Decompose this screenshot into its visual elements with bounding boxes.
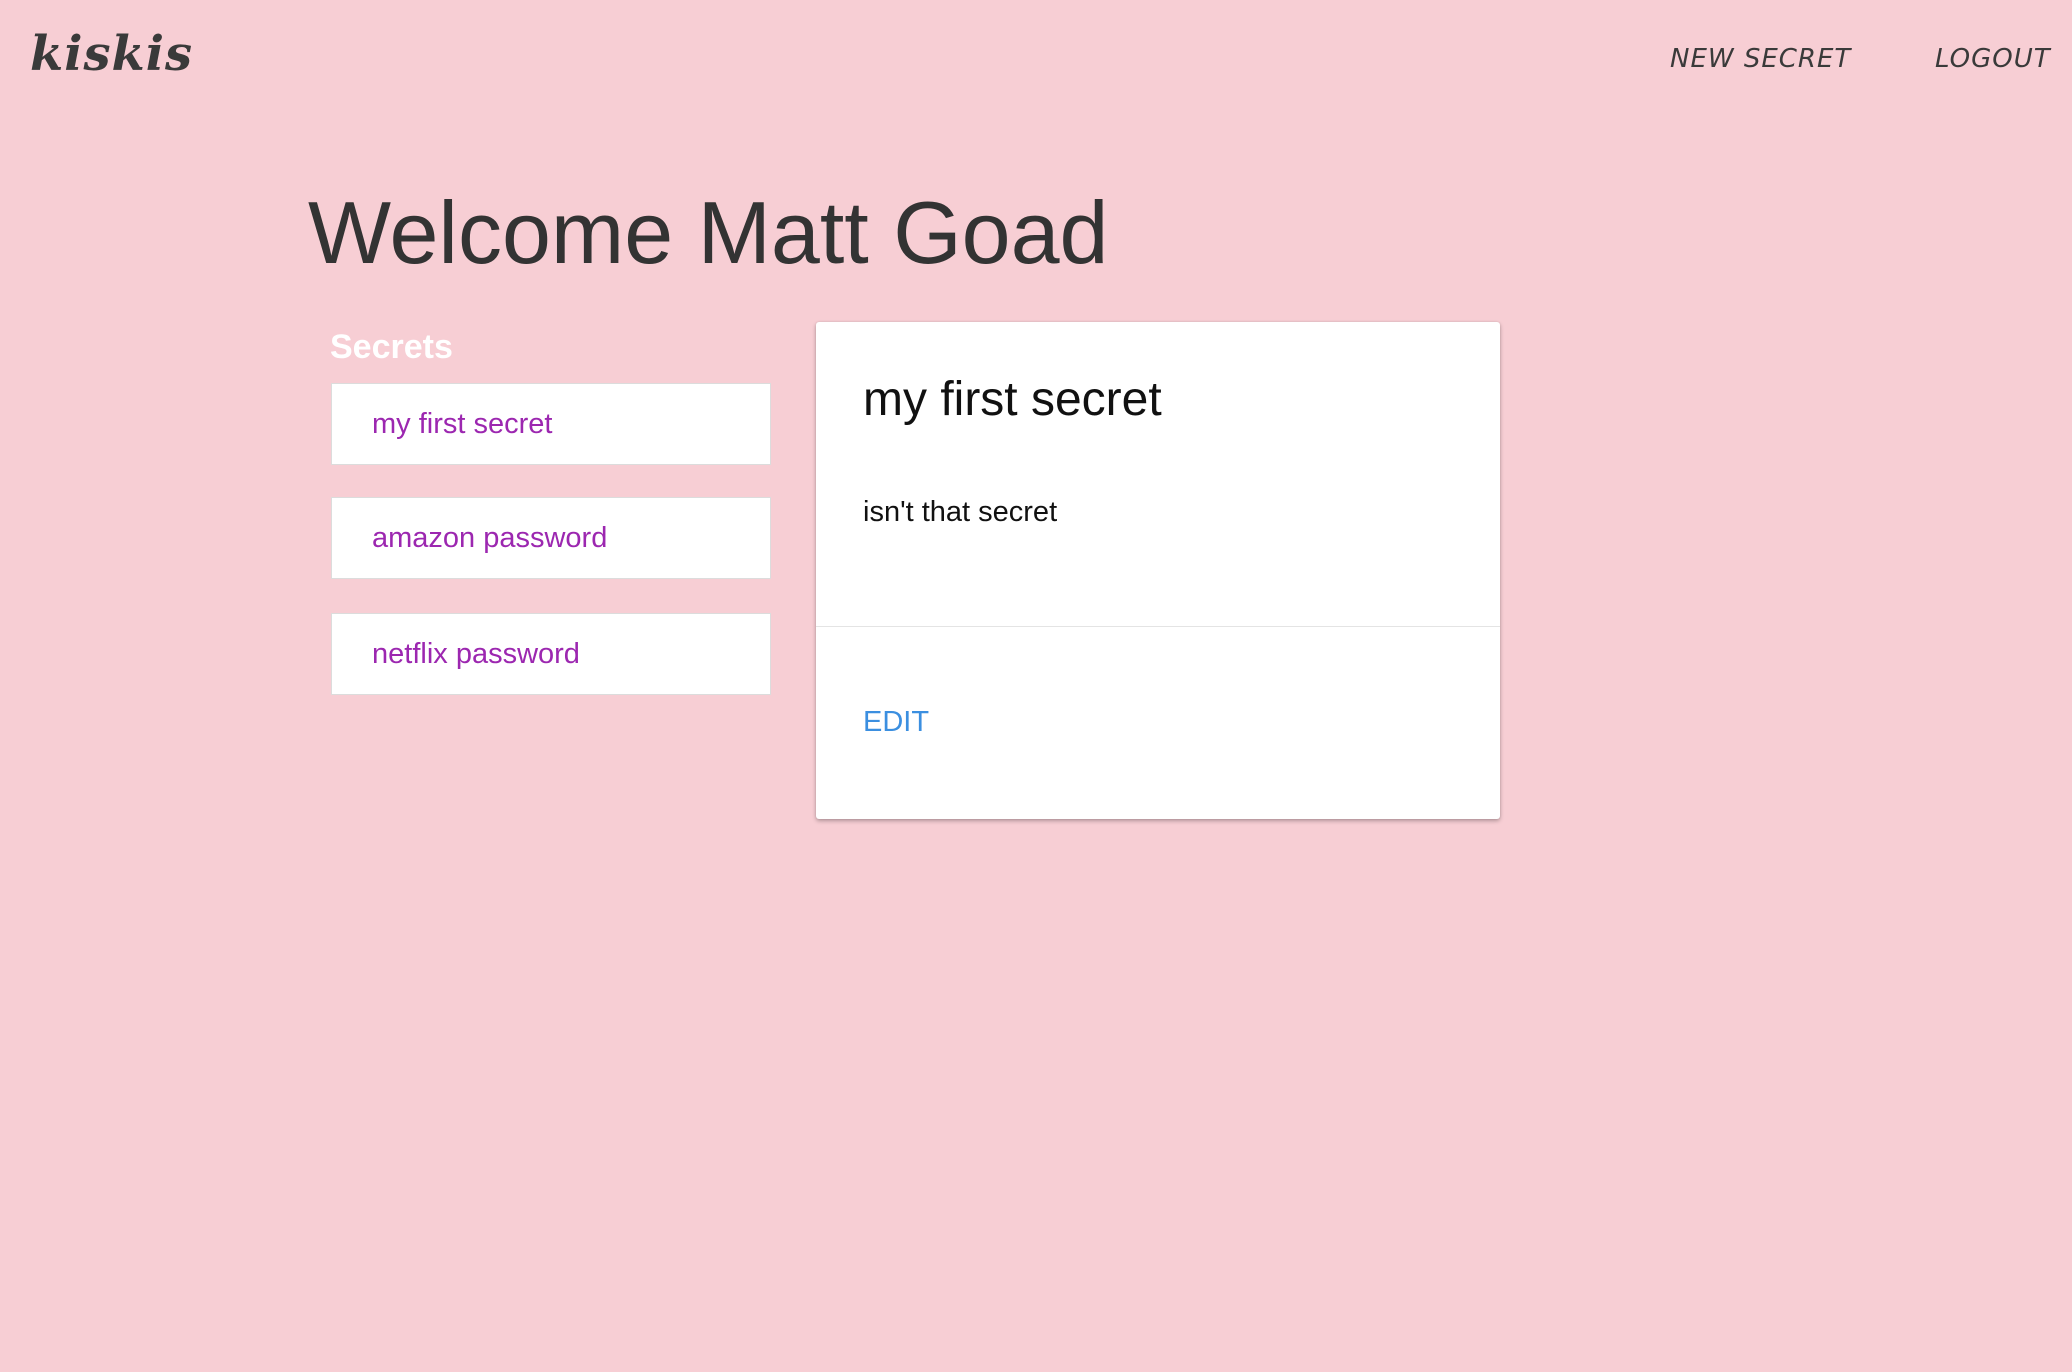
nav-logout-link[interactable]: LOGOUT (1935, 44, 2051, 74)
secret-title: my first secret (863, 373, 1162, 426)
app-logo[interactable]: kiskis (30, 26, 193, 82)
secret-list-item[interactable]: my first secret (331, 383, 771, 465)
secret-list-item-label: amazon password (372, 521, 608, 554)
card-divider (816, 626, 1500, 627)
secret-list-item[interactable]: netflix password (331, 613, 771, 695)
secret-list-item[interactable]: amazon password (331, 497, 771, 579)
secret-list-item-label: netflix password (372, 637, 580, 670)
welcome-heading: Welcome Matt Goad (308, 183, 1109, 282)
secret-content: isn't that secret (863, 496, 1058, 528)
edit-button[interactable]: EDIT (863, 706, 929, 739)
nav-new-secret-link[interactable]: NEW SECRET (1670, 44, 1851, 74)
secret-detail-card: my first secret isn't that secret EDIT (816, 322, 1500, 819)
secrets-heading: Secrets (330, 328, 453, 366)
secret-list-item-label: my first secret (372, 407, 553, 440)
